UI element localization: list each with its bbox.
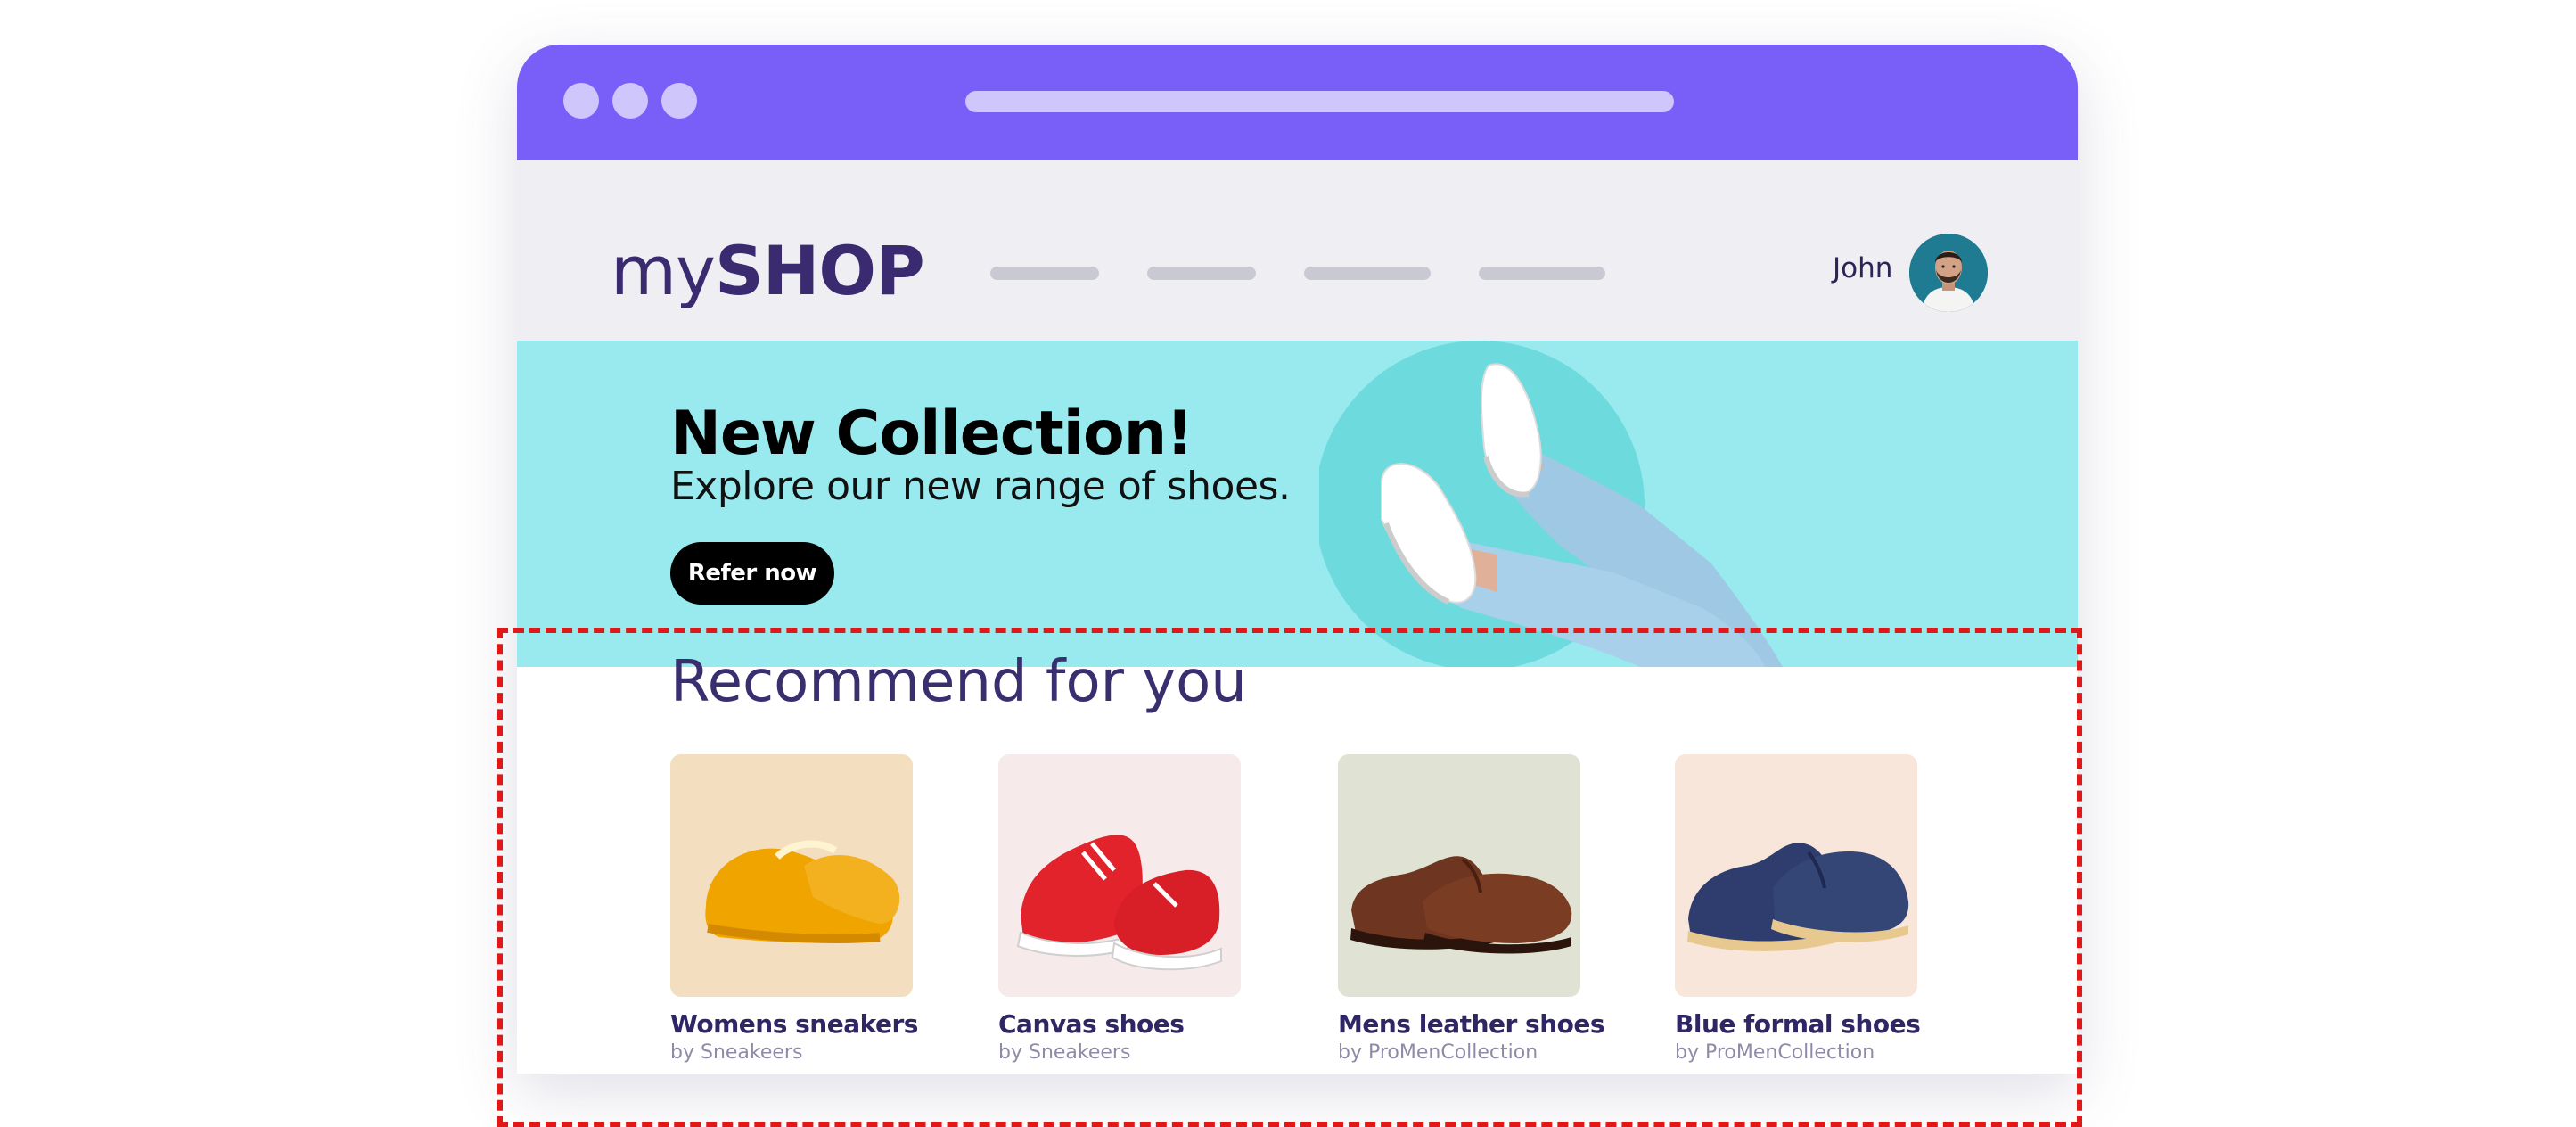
- window-control-dot[interactable]: [563, 83, 599, 119]
- site-header: mySHOP John: [517, 160, 2078, 341]
- hero-legs-sneakers-image: [1319, 341, 1783, 667]
- red-canvas-shoes-icon: [1016, 835, 1222, 971]
- product-name[interactable]: Blue formal shoes: [1675, 1009, 1921, 1040]
- refer-now-button[interactable]: Refer now: [670, 542, 834, 605]
- nav-link-placeholder[interactable]: [990, 267, 1099, 280]
- site-logo[interactable]: mySHOP: [611, 237, 925, 305]
- recommend-section-title: Recommend for you: [670, 649, 1247, 715]
- brown-leather-shoes-icon: [1350, 856, 1572, 954]
- product-card[interactable]: Mens leather shoes by ProMenCollection: [1338, 754, 1605, 1065]
- logo-text-light: my: [611, 231, 716, 310]
- blue-formal-shoes-icon: [1687, 843, 1909, 951]
- product-brand: by ProMenCollection: [1338, 1041, 1538, 1064]
- hero-title: New Collection!: [670, 399, 1194, 469]
- hero-banner: New Collection! Explore our new range of…: [517, 341, 2078, 667]
- yellow-sneakers-icon: [705, 840, 900, 943]
- product-brand: by Sneakeers: [998, 1041, 1131, 1064]
- nav-link-placeholder[interactable]: [1479, 267, 1605, 280]
- product-card[interactable]: Canvas shoes by Sneakeers: [998, 754, 1241, 1065]
- product-name[interactable]: Womens sneakers: [670, 1009, 918, 1040]
- window-control-dot[interactable]: [612, 83, 648, 119]
- nav-link-placeholder[interactable]: [1147, 267, 1256, 280]
- product-image[interactable]: [1338, 754, 1580, 997]
- product-brand: by ProMenCollection: [1675, 1041, 1875, 1064]
- hero-subtitle: Explore our new range of shoes.: [670, 464, 1291, 509]
- window-control-dot[interactable]: [661, 83, 697, 119]
- product-image[interactable]: [670, 754, 913, 997]
- product-image[interactable]: [1675, 754, 1917, 997]
- address-bar[interactable]: [965, 91, 1674, 112]
- product-brand: by Sneakeers: [670, 1041, 803, 1064]
- browser-titlebar: [517, 45, 2078, 160]
- product-name[interactable]: Canvas shoes: [998, 1009, 1241, 1040]
- user-avatar[interactable]: [1909, 234, 1988, 312]
- browser-window: mySHOP John New Collection! Explore our …: [517, 45, 2078, 1074]
- avatar-person-icon: [1909, 234, 1988, 312]
- product-card[interactable]: Womens sneakers by Sneakeers: [670, 754, 918, 1065]
- user-name[interactable]: John: [1833, 255, 1892, 283]
- logo-text-bold: SHOP: [715, 231, 925, 310]
- nav-link-placeholder[interactable]: [1304, 267, 1431, 280]
- product-image[interactable]: [998, 754, 1241, 997]
- product-card[interactable]: Blue formal shoes by ProMenCollection: [1675, 754, 1921, 1065]
- product-name[interactable]: Mens leather shoes: [1338, 1009, 1605, 1040]
